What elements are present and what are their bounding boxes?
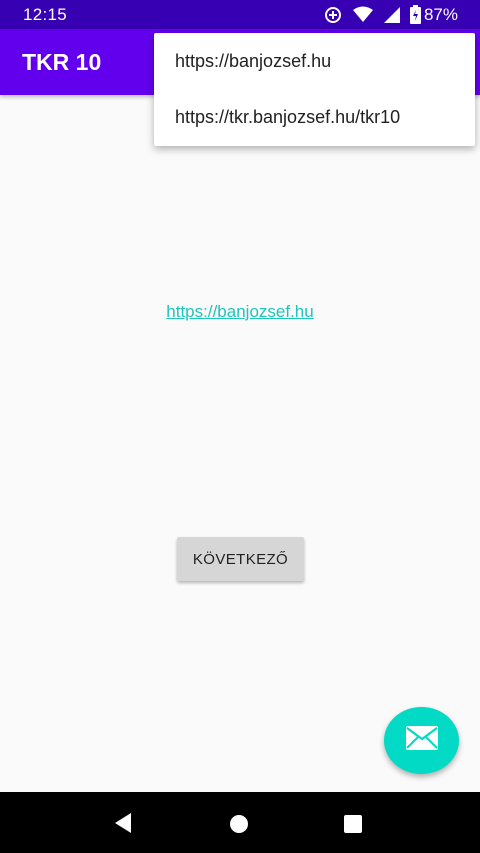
next-button[interactable]: KÖVETKEZŐ [177, 537, 304, 581]
back-icon[interactable] [113, 812, 133, 839]
data-saver-icon [324, 6, 342, 24]
battery-percent: 87% [423, 4, 458, 24]
navigation-bar [0, 792, 480, 853]
recents-icon[interactable] [343, 814, 363, 839]
wifi-icon [352, 6, 374, 23]
status-bar: 12:15 87% [0, 0, 480, 29]
status-icons: 87% [324, 4, 458, 25]
website-link[interactable]: https://banjozsef.hu [0, 302, 480, 322]
main-content: https://banjozsef.hu KÖVETKEZŐ [0, 95, 480, 792]
email-icon [405, 726, 438, 755]
overflow-popup-menu: https://banjozsef.hu https://tkr.banjozs… [154, 33, 475, 146]
menu-item-tkr10[interactable]: https://tkr.banjozsef.hu/tkr10 [154, 89, 475, 145]
battery-icon [409, 5, 421, 24]
menu-item-banjozsef[interactable]: https://banjozsef.hu [154, 33, 475, 89]
menu-item-label: https://banjozsef.hu [175, 50, 332, 71]
email-fab-button[interactable] [384, 707, 459, 774]
cellular-signal-icon [383, 6, 401, 24]
home-icon[interactable] [229, 814, 249, 839]
status-time: 12:15 [23, 5, 68, 24]
menu-item-label: https://tkr.banjozsef.hu/tkr10 [175, 106, 401, 127]
app-title: TKR 10 [22, 49, 102, 75]
